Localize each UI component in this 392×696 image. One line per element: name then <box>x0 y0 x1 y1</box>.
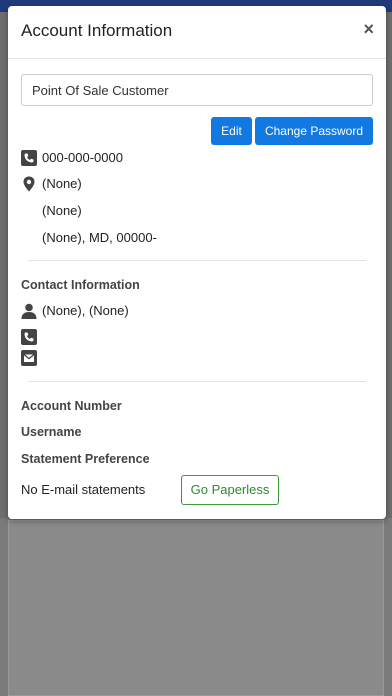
address-line-1: (None) <box>42 176 82 191</box>
account-name-field[interactable] <box>21 74 373 106</box>
map-marker-icon <box>21 176 37 192</box>
address-row: (None) <box>21 175 82 193</box>
address-line-3: (None), MD, 00000- <box>42 230 157 245</box>
statement-preference-value: No E-mail statements <box>21 482 146 497</box>
account-number-label: Account Number <box>21 399 122 413</box>
contact-email-row <box>21 349 42 367</box>
contact-phone-row <box>21 328 42 346</box>
contact-person-name: (None), (None) <box>42 303 129 318</box>
divider <box>28 260 366 261</box>
contact-information-heading: Contact Information <box>21 278 140 292</box>
change-password-button[interactable]: Change Password <box>255 117 373 145</box>
divider <box>28 381 366 382</box>
envelope-icon <box>21 350 37 366</box>
phone-row: 000-000-0000 <box>21 149 123 167</box>
edit-button[interactable]: Edit <box>211 117 252 145</box>
user-icon <box>21 303 37 319</box>
modal-header: Account Information × <box>8 6 386 59</box>
background-panel <box>8 520 384 696</box>
phone-number: 000-000-0000 <box>42 150 123 165</box>
close-button[interactable]: × <box>363 20 374 38</box>
username-label: Username <box>21 425 82 439</box>
modal-title: Account Information <box>21 21 173 40</box>
account-information-modal: Account Information × Edit Change Passwo… <box>8 6 386 519</box>
go-paperless-button[interactable]: Go Paperless <box>181 475 279 505</box>
phone-icon <box>21 150 37 166</box>
statement-preference-label: Statement Preference <box>21 452 150 466</box>
address-line-2: (None) <box>42 203 82 218</box>
contact-person-row: (None), (None) <box>21 302 129 320</box>
phone-icon <box>21 329 37 345</box>
